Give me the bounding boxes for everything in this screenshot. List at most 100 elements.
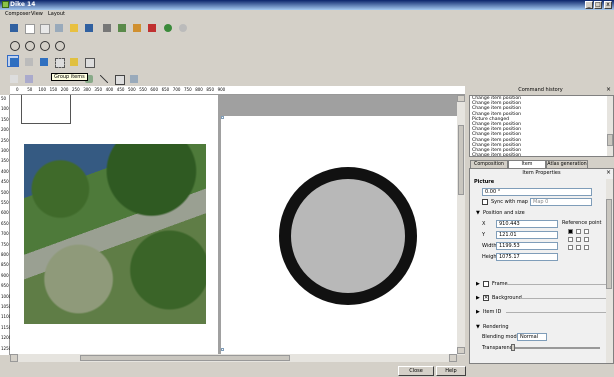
load-template-icon[interactable] bbox=[67, 21, 79, 33]
composer-manager-icon[interactable] bbox=[52, 21, 64, 33]
add-arrow-icon[interactable] bbox=[97, 72, 109, 84]
add-table-icon[interactable] bbox=[112, 72, 125, 85]
history-item[interactable]: Change item position bbox=[470, 153, 613, 156]
history-scrollbar[interactable] bbox=[607, 96, 613, 156]
select-item-icon[interactable] bbox=[22, 55, 34, 67]
properties-close-icon[interactable]: × bbox=[606, 169, 611, 176]
item-id-header[interactable]: Item ID bbox=[483, 309, 501, 315]
circle-shape[interactable] bbox=[279, 167, 417, 305]
add-legend-icon[interactable] bbox=[82, 55, 95, 68]
vertical-scroll-thumb[interactable] bbox=[458, 125, 464, 195]
close-window-button[interactable]: x bbox=[604, 1, 612, 9]
ruler-tick-label: 100 bbox=[1, 106, 9, 112]
ruler-tick-label: 800 bbox=[1, 252, 9, 257]
export-svg-icon[interactable] bbox=[130, 21, 142, 33]
zoom-full-icon[interactable] bbox=[7, 38, 20, 51]
ruler-tick-label: 550 bbox=[139, 87, 147, 92]
ref-bottom-middle[interactable] bbox=[576, 245, 581, 250]
scroll-left-arrow-icon[interactable] bbox=[10, 354, 18, 362]
menu-view[interactable]: View bbox=[31, 11, 43, 17]
menu-layout[interactable]: Layout bbox=[48, 11, 65, 17]
save-project-icon[interactable] bbox=[7, 21, 19, 33]
ruler-tick-label: 350 bbox=[94, 87, 103, 92]
expand-triangle-icon[interactable]: ▶ bbox=[476, 309, 480, 315]
horizontal-scrollbar[interactable] bbox=[10, 354, 457, 362]
composer-canvas[interactable] bbox=[10, 95, 457, 354]
add-attribute-table-icon[interactable] bbox=[127, 72, 139, 84]
ref-top-left[interactable] bbox=[568, 229, 573, 234]
export-image-icon[interactable] bbox=[115, 21, 127, 33]
ruler-tick-label: 950 bbox=[1, 283, 9, 289]
ref-top-middle[interactable] bbox=[576, 229, 581, 234]
scroll-down-arrow-icon[interactable] bbox=[457, 347, 465, 354]
duplicate-composer-icon[interactable] bbox=[37, 21, 50, 34]
add-image-icon[interactable] bbox=[67, 55, 79, 67]
group-items-icon[interactable] bbox=[22, 72, 34, 84]
horizontal-scroll-thumb[interactable] bbox=[80, 355, 290, 361]
ref-center[interactable] bbox=[576, 237, 581, 242]
frame-checkbox[interactable] bbox=[483, 281, 489, 287]
tab-item-properties[interactable]: Item Properties bbox=[508, 160, 546, 174]
help-button[interactable]: Help bbox=[436, 366, 466, 376]
width-field[interactable]: 1199.53 bbox=[496, 242, 558, 250]
blending-mode-select[interactable]: Normal bbox=[517, 333, 547, 341]
export-pdf-icon[interactable] bbox=[145, 21, 157, 33]
properties-scroll-thumb[interactable] bbox=[606, 199, 612, 289]
pan-tool-icon[interactable] bbox=[7, 55, 19, 67]
add-label-icon[interactable] bbox=[7, 72, 19, 84]
selection-handle-top-left[interactable] bbox=[221, 116, 224, 119]
history-close-icon[interactable]: × bbox=[606, 86, 611, 93]
page-2[interactable] bbox=[221, 116, 457, 354]
transparency-slider-handle[interactable] bbox=[511, 344, 515, 351]
undo-icon[interactable] bbox=[161, 21, 173, 33]
rendering-header[interactable]: Rendering bbox=[483, 324, 509, 330]
vertical-scrollbar[interactable] bbox=[457, 95, 465, 355]
selection-handle-bottom-left[interactable] bbox=[221, 348, 224, 351]
zoom-out-icon[interactable] bbox=[37, 38, 50, 51]
add-map-icon[interactable] bbox=[52, 55, 65, 68]
background-checkbox-checked[interactable]: ✕ bbox=[483, 295, 489, 301]
map-frame[interactable] bbox=[21, 95, 71, 124]
history-list[interactable]: Change item position Change item position… bbox=[469, 95, 614, 157]
ruler-tick-label: 650 bbox=[1, 220, 9, 226]
zoom-in-icon[interactable] bbox=[22, 38, 35, 51]
ref-middle-right[interactable] bbox=[584, 237, 589, 242]
ref-middle-left[interactable] bbox=[568, 237, 573, 242]
minimize-button[interactable]: _ bbox=[585, 1, 593, 9]
background-header[interactable]: Background bbox=[492, 295, 522, 301]
close-button[interactable]: Close bbox=[398, 366, 434, 376]
move-content-icon[interactable] bbox=[37, 55, 49, 67]
transparency-slider[interactable] bbox=[512, 347, 600, 349]
properties-scrollbar[interactable] bbox=[606, 179, 613, 363]
map-select[interactable]: Map 0 bbox=[530, 198, 592, 206]
aerial-photo-image[interactable] bbox=[24, 144, 206, 324]
ref-bottom-left[interactable] bbox=[568, 245, 573, 250]
x-field[interactable]: 910.443 bbox=[496, 220, 558, 228]
collapse-triangle-icon[interactable]: ▼ bbox=[476, 210, 480, 216]
new-composer-icon[interactable] bbox=[22, 21, 35, 34]
reference-point-grid[interactable] bbox=[568, 229, 592, 253]
rotation-field[interactable]: 0.00 ° bbox=[482, 188, 592, 196]
ruler-tick-label: 700 bbox=[1, 231, 9, 237]
expand-triangle-icon[interactable]: ▶ bbox=[476, 281, 480, 287]
tab-composition[interactable]: Composition bbox=[470, 160, 508, 168]
height-field[interactable]: 1075.17 bbox=[496, 253, 558, 261]
ref-top-right[interactable] bbox=[584, 229, 589, 234]
redo-icon[interactable] bbox=[176, 21, 188, 33]
scroll-right-arrow-icon[interactable] bbox=[449, 354, 457, 362]
maximize-button[interactable]: □ bbox=[594, 1, 602, 9]
y-field[interactable]: 121.01 bbox=[496, 231, 558, 239]
menu-composer[interactable]: Composer bbox=[5, 11, 30, 17]
sync-with-map-checkbox[interactable] bbox=[482, 199, 488, 205]
tab-atlas-generation[interactable]: Atlas generation bbox=[546, 160, 588, 168]
page-1[interactable] bbox=[10, 95, 218, 354]
save-template-icon[interactable] bbox=[82, 21, 94, 33]
print-icon[interactable] bbox=[100, 21, 112, 33]
ref-bottom-right[interactable] bbox=[584, 245, 589, 250]
refresh-view-icon[interactable] bbox=[52, 38, 65, 51]
scroll-up-arrow-icon[interactable] bbox=[457, 95, 465, 102]
history-scroll-thumb[interactable] bbox=[607, 134, 613, 146]
expand-triangle-icon[interactable]: ▶ bbox=[476, 295, 480, 301]
collapse-triangle-icon[interactable]: ▼ bbox=[476, 324, 480, 330]
position-size-header[interactable]: Position and size bbox=[483, 210, 525, 216]
